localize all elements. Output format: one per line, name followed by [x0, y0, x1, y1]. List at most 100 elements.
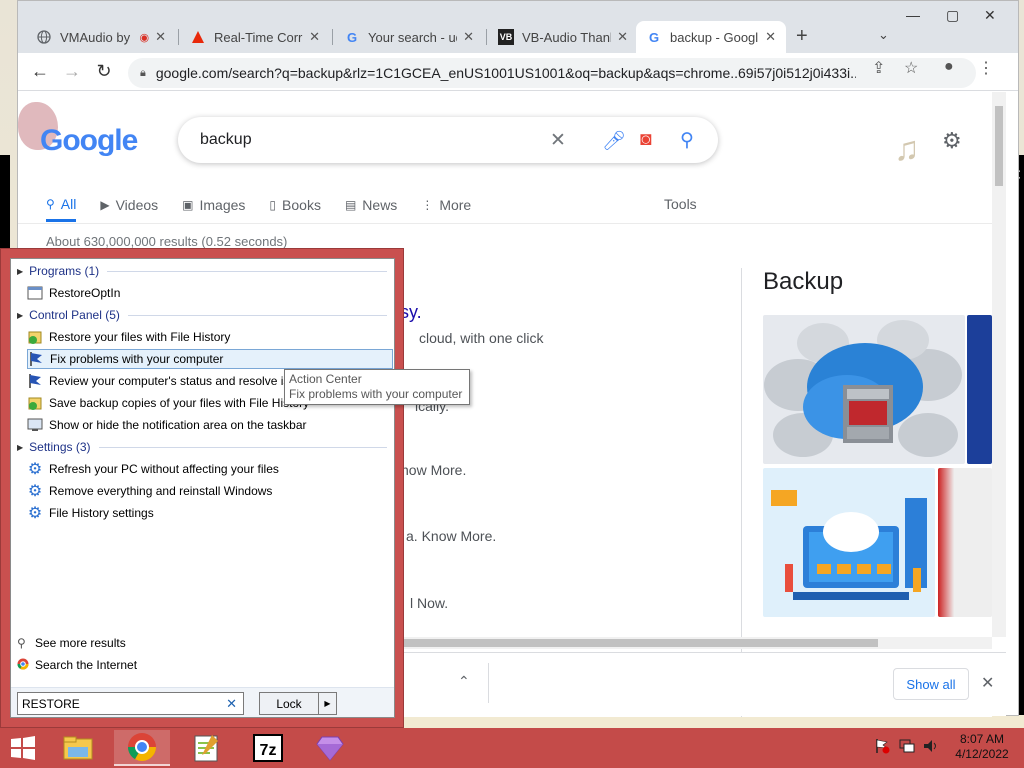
tab-close-icon[interactable]: ✕ [309, 29, 320, 45]
scroll-thumb[interactable] [995, 106, 1003, 186]
tab-search-chevron-icon[interactable]: ⌄ [878, 27, 889, 43]
start-search-input[interactable]: RESTORE ✕ [17, 692, 244, 715]
see-more-results-link[interactable]: ⚲ See more results [17, 633, 126, 653]
tab-separator [178, 29, 179, 45]
clear-icon[interactable]: ✕ [550, 129, 566, 152]
warning-triangle-icon [190, 29, 206, 45]
tab-vmaudio[interactable]: VMAudio by ◉ ✕ [26, 21, 176, 53]
knowledge-panel-divider [741, 268, 742, 717]
clear-search-icon[interactable]: ✕ [226, 696, 237, 712]
lock-button[interactable]: Lock ▶ [259, 692, 337, 715]
chrome-taskbar-icon[interactable] [114, 730, 170, 766]
search-internet-link[interactable]: Search the Internet [17, 655, 137, 675]
share-icon[interactable]: ⇪ [872, 58, 885, 78]
tooltip-body: Fix problems with your computer [289, 387, 463, 401]
result-restore-file-history[interactable]: Restore your files with File History [27, 327, 393, 347]
result-notification-area[interactable]: Show or hide the notification area on th… [27, 415, 393, 435]
action-center-flag-icon[interactable] [874, 738, 890, 757]
chevron-up-icon[interactable]: ⌃ [458, 673, 470, 690]
tab-vb-audio[interactable]: VB VB-Audio Thank ✕ [488, 21, 638, 53]
window-close-icon[interactable]: ✕ [984, 7, 996, 24]
file-explorer-icon[interactable] [50, 730, 106, 766]
result-file-history-settings[interactable]: ⚙ File History settings [27, 503, 393, 523]
volume-icon[interactable] [922, 738, 940, 757]
tab-more[interactable]: ⋮ More [421, 188, 471, 222]
tab-all[interactable]: ⚲ All [46, 188, 77, 222]
result-remove-everything[interactable]: ⚙ Remove everything and reinstall Window… [27, 481, 393, 501]
windows-start-icon[interactable] [8, 735, 38, 761]
search-input[interactable]: backup [200, 131, 252, 149]
tools-button[interactable]: Tools [664, 196, 697, 212]
result-fix-problems[interactable]: Fix problems with your computer [27, 349, 393, 369]
tab-real-time[interactable]: Real-Time Corru ✕ [180, 21, 330, 53]
file-history-icon [27, 395, 43, 411]
knowledge-panel-title: Backup [763, 268, 844, 295]
tab-strip: VMAudio by ◉ ✕ Real-Time Corru ✕ G Your … [18, 1, 1018, 53]
seven-zip-icon[interactable]: 7z [240, 730, 296, 766]
tab-books[interactable]: ▯ Books [269, 188, 321, 222]
minimize-icon[interactable]: — [906, 7, 920, 23]
result-label: Show or hide the notification area on th… [49, 418, 307, 432]
action-center-flag-icon [28, 351, 44, 367]
vertical-scrollbar[interactable] [992, 92, 1006, 637]
bookmark-star-icon[interactable]: ☆ [904, 58, 918, 78]
scroll-thumb[interactable] [398, 639, 878, 647]
search-box[interactable]: backup ✕ 🎤︎ ◙ ⚲ [178, 117, 718, 163]
network-icon[interactable] [898, 738, 916, 757]
close-icon[interactable]: ✕ [981, 673, 994, 693]
group-control-panel[interactable]: ▶ Control Panel (5) [17, 305, 387, 325]
new-tab-button[interactable]: + [796, 25, 808, 48]
tab-close-icon[interactable]: ✕ [617, 29, 628, 45]
backup-cloud-image[interactable] [763, 315, 965, 464]
result-label: Remove everything and reinstall Windows [49, 484, 273, 498]
settings-gear-icon[interactable]: ⚙ [942, 128, 962, 154]
result-label: Save backup copies of your files with Fi… [49, 396, 310, 410]
start-menu-bottom-bar: RESTORE ✕ Lock ▶ [11, 687, 394, 717]
address-bar[interactable]: 🔒︎ google.com/search?q=backup&rlz=1C1GCE… [128, 58, 976, 88]
settings-gear-icon: ⚙ [27, 483, 43, 500]
microphone-icon[interactable]: 🎤︎ [602, 129, 626, 153]
result-label: RestoreOptIn [49, 286, 121, 300]
group-rule [98, 446, 387, 448]
tab-close-icon[interactable]: ✕ [155, 29, 166, 45]
google-doodle-logo[interactable]: Google [18, 100, 148, 164]
vb-logo-icon: VB [498, 29, 514, 45]
tab-videos[interactable]: ▶ Videos [100, 188, 158, 222]
tab-news[interactable]: ▤ News [345, 188, 397, 222]
tab-backup-google[interactable]: G backup - Googl ✕ [636, 21, 786, 53]
tab-label: Real-Time Corru [214, 29, 304, 45]
tab-your-search[interactable]: G Your search - ud ✕ [334, 21, 484, 53]
profile-avatar-icon[interactable]: ● [944, 58, 954, 76]
logo-text: Google [40, 124, 138, 157]
tab-images[interactable]: ▣ Images [182, 188, 245, 222]
result-label: Refresh your PC without affecting your f… [49, 462, 279, 476]
search-icon[interactable]: ⚲ [680, 129, 694, 152]
camera-lens-icon[interactable]: ◙ [640, 129, 651, 151]
tab-separator [486, 29, 487, 45]
result-label: Review your computer's status and resolv… [49, 374, 315, 388]
show-all-button[interactable]: Show all [893, 668, 969, 700]
notepad-plus-icon[interactable] [178, 730, 234, 766]
result-label: Restore your files with File History [49, 330, 231, 344]
forward-arrow-icon[interactable]: → [60, 59, 84, 83]
result-refresh-pc[interactable]: ⚙ Refresh your PC without affecting your… [27, 459, 393, 479]
chevron-right-icon[interactable]: ▶ [318, 693, 336, 714]
back-arrow-icon[interactable]: ← [28, 59, 52, 83]
tab-label: Your search - ud [368, 29, 458, 45]
group-settings[interactable]: ▶ Settings (3) [17, 437, 387, 457]
tab-label: Videos [115, 197, 159, 213]
backup-screen-image[interactable] [938, 468, 992, 617]
group-programs[interactable]: ▶ Programs (1) [17, 261, 387, 281]
backup-laptop-image[interactable] [763, 468, 935, 617]
tab-label: Books [282, 197, 321, 213]
result-restoreoptin[interactable]: RestoreOptIn [27, 283, 393, 303]
tab-close-icon[interactable]: ✕ [463, 29, 474, 45]
downloads-separator [488, 663, 489, 703]
gem-app-icon[interactable] [302, 730, 358, 766]
menu-kebab-icon[interactable]: ⋮ [978, 58, 994, 78]
tab-close-icon[interactable]: ✕ [765, 29, 776, 45]
reload-icon[interactable]: ↻ [92, 59, 116, 83]
maximize-icon[interactable]: ▢ [946, 7, 959, 24]
backup-image-partial[interactable] [967, 315, 992, 464]
system-clock[interactable]: 8:07 AM 4/12/2022 [952, 732, 1012, 762]
